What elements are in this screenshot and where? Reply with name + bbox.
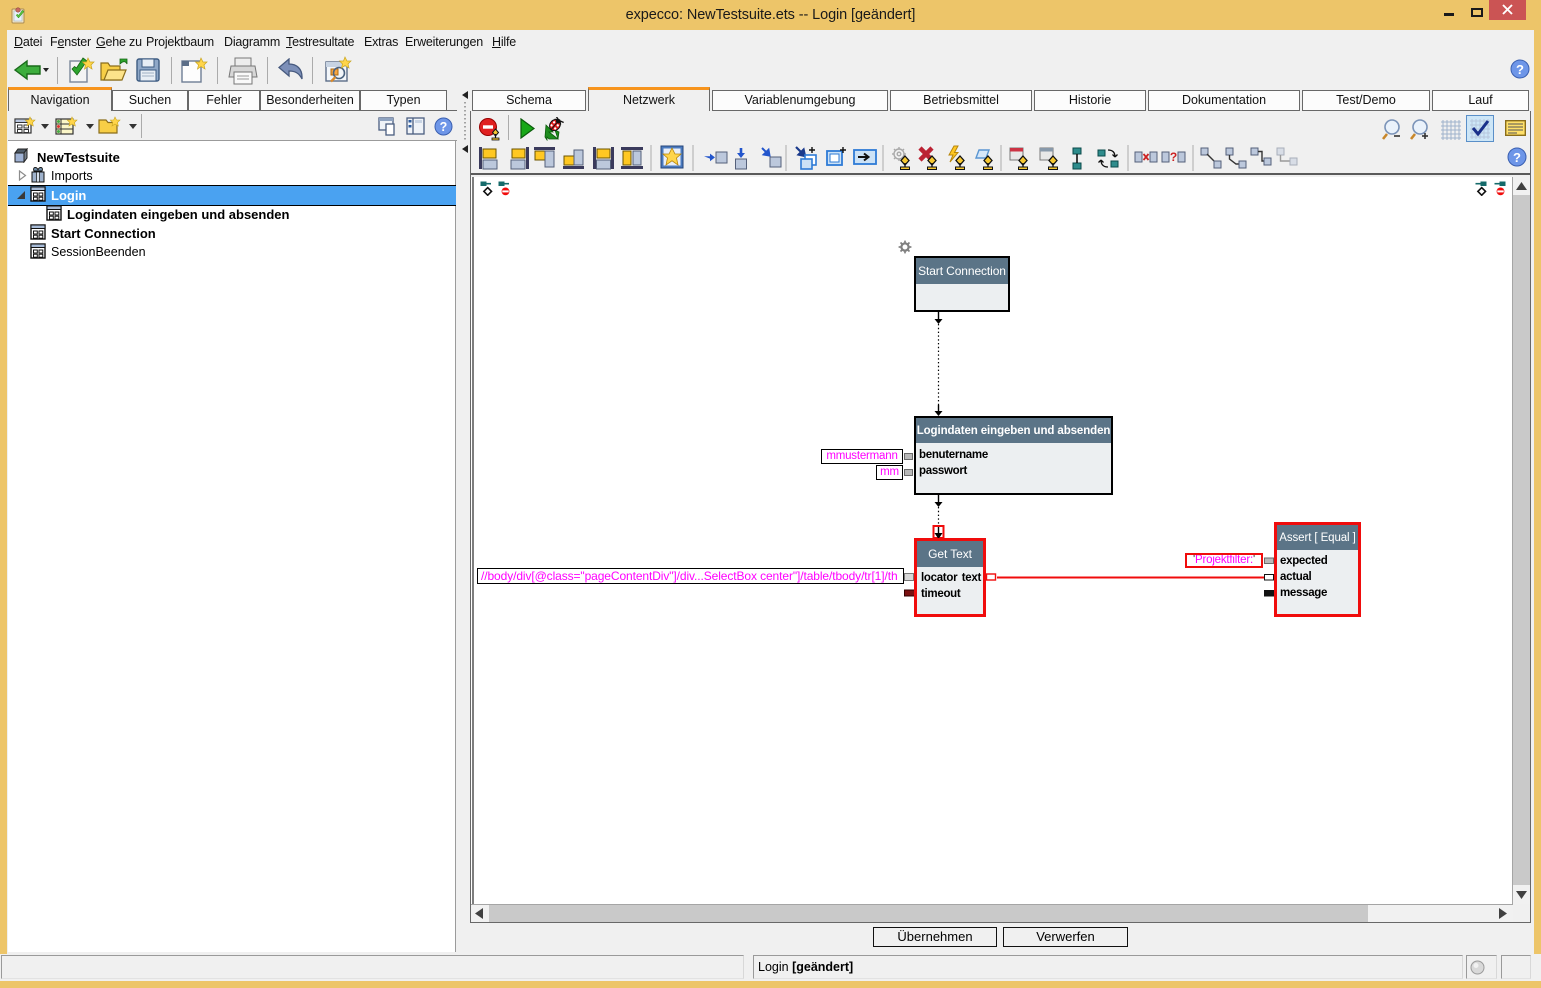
svg-text:?: ? bbox=[1516, 62, 1524, 77]
svg-text:?: ? bbox=[440, 120, 448, 134]
svg-text:?: ? bbox=[1170, 150, 1177, 164]
